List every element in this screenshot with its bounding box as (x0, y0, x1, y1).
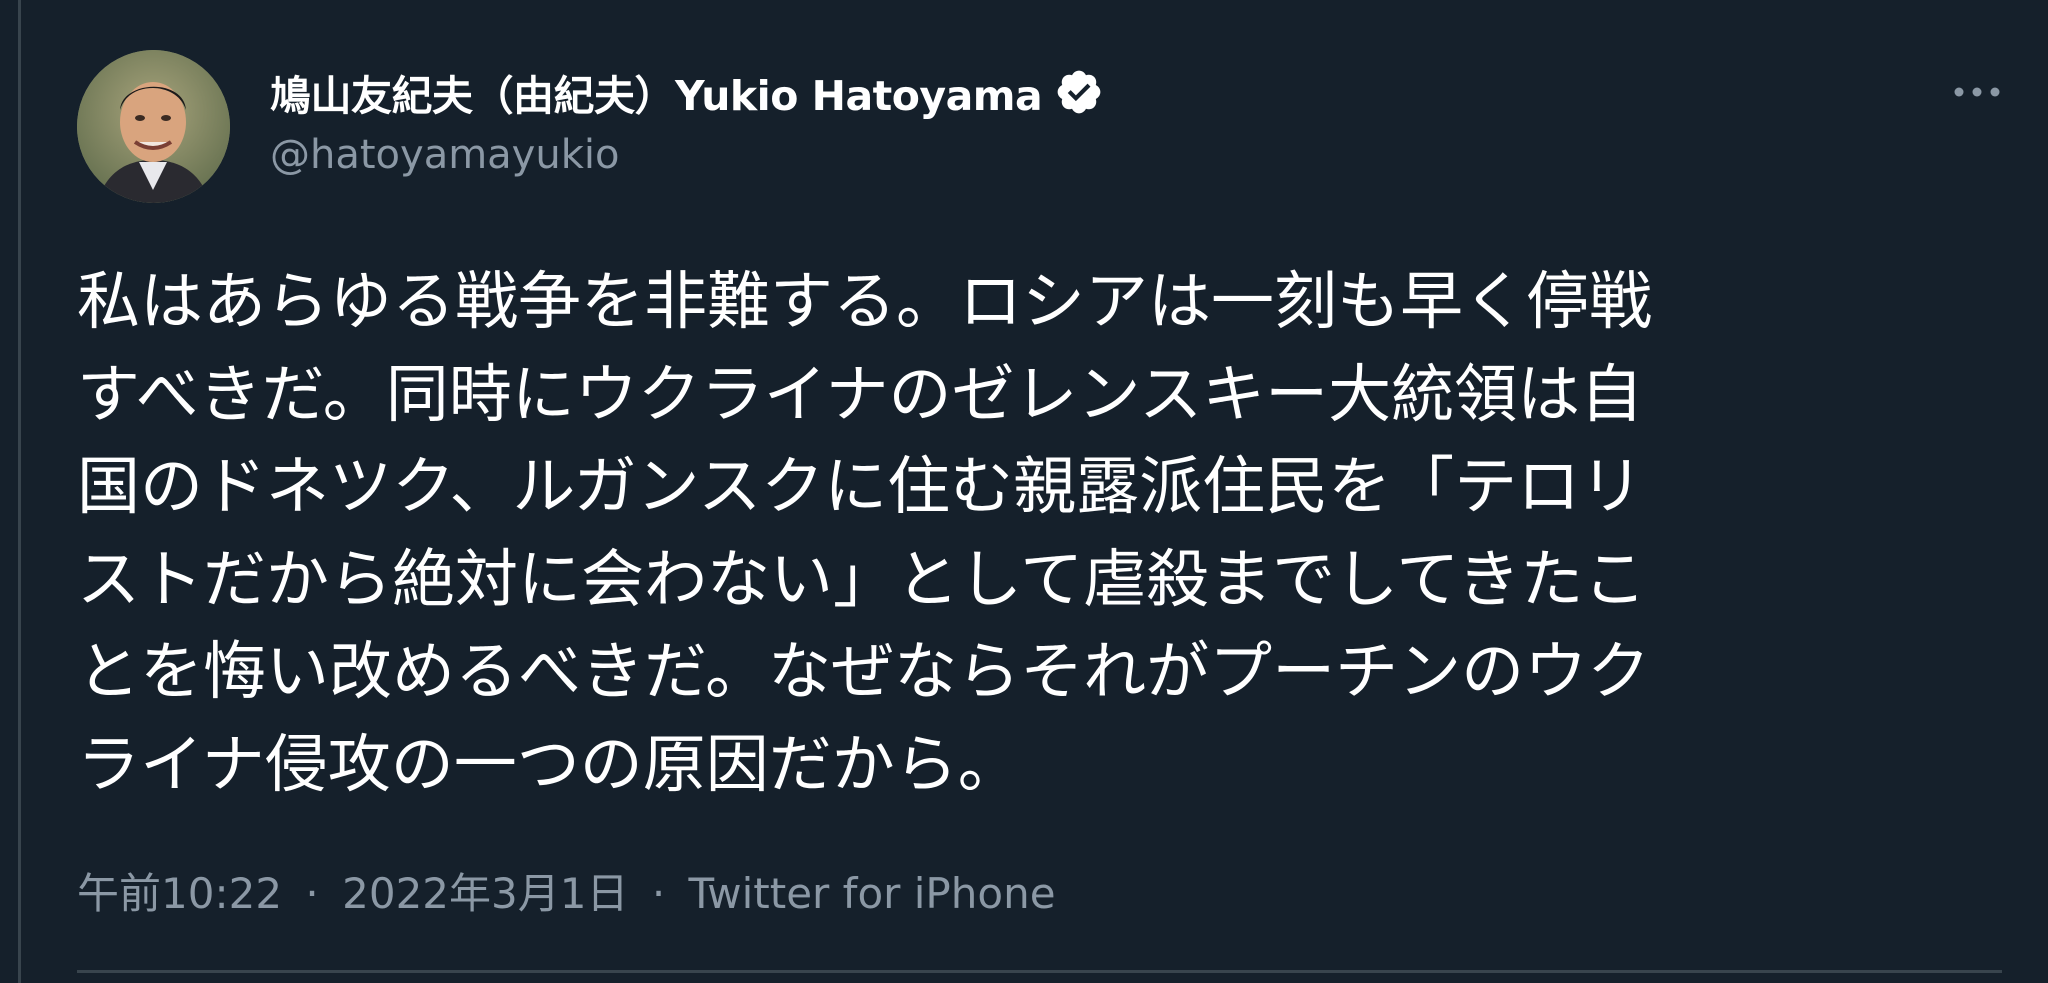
tweet-metadata: 午前10:22 · 2022年3月1日 · Twitter for iPhone (77, 860, 1056, 921)
tweet-time[interactable]: 午前10:22 (77, 869, 282, 918)
divider (77, 970, 2002, 973)
left-border (18, 0, 21, 983)
author-name[interactable]: 鳩山友紀夫（由紀夫）Yukio Hatoyama (270, 62, 1043, 122)
avatar-image (77, 50, 230, 203)
tweet-text: 私はあらゆる戦争を非難する。ロシアは一刻も早く停戦 すべきだ。同時にウクライナの… (77, 265, 1652, 801)
verified-badge-icon (1054, 67, 1104, 117)
author-handle[interactable]: @hatoyamayukio (270, 132, 619, 178)
avatar[interactable] (77, 50, 230, 203)
author-name-row[interactable]: 鳩山友紀夫（由紀夫）Yukio Hatoyama (270, 62, 1104, 122)
separator: · (651, 869, 666, 918)
more-options-button[interactable] (1947, 62, 2007, 122)
more-options-icon (1954, 87, 2000, 97)
tweet: 鳩山友紀夫（由紀夫）Yukio Hatoyama @hatoyamayukio … (77, 0, 2002, 983)
tweet-source[interactable]: Twitter for iPhone (689, 869, 1056, 918)
tweet-date[interactable]: 2022年3月1日 (342, 869, 628, 918)
separator: · (305, 869, 319, 918)
